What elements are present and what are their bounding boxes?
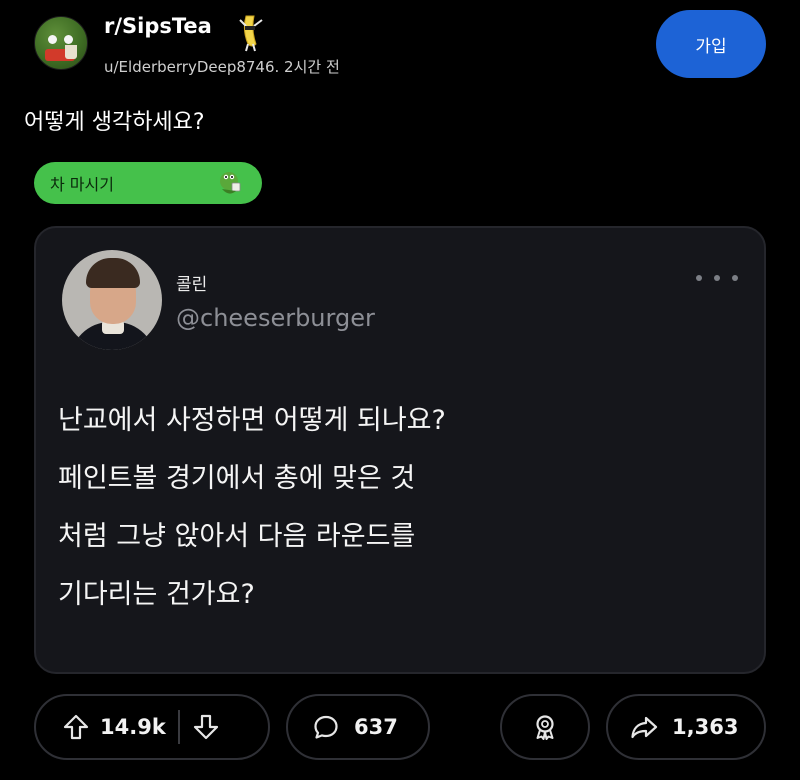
tweet-author-name: 콜린	[176, 275, 208, 295]
subreddit-name[interactable]: r/SipsTea	[104, 14, 212, 38]
tweet-line: 기다리는 건가요?	[58, 579, 255, 610]
tweet-body: 난교에서 사정하면 어떻게 되나요? 페인트볼 경기에서 총에 맞은 것 처럼 …	[58, 392, 738, 624]
tweet-author-handle: @cheeserburger	[176, 304, 375, 332]
comments-button[interactable]: 637	[286, 694, 430, 760]
share-count: 1,363	[672, 715, 739, 739]
tweet-author-avatar	[62, 250, 162, 350]
tweet-embed[interactable]: 콜린 @cheeserburger 난교에서 사정하면 어떻게 되나요? 페인트…	[34, 226, 766, 674]
vote-control: 14.9k	[34, 694, 270, 760]
flair-label: 차 마시기	[50, 175, 114, 194]
award-button[interactable]	[500, 694, 590, 760]
post-byline[interactable]: u/ElderberryDeep8746. 2시간 전	[104, 56, 340, 77]
tweet-line: 난교에서 사정하면 어떻게 되나요?	[58, 405, 446, 436]
post-action-bar: 14.9k 637 1,363	[34, 694, 766, 760]
award-icon	[536, 715, 554, 740]
more-options-icon[interactable]	[696, 266, 738, 290]
speech-bubble-icon	[314, 715, 338, 739]
tweet-line: 페인트볼 경기에서 총에 맞은 것	[58, 463, 416, 494]
subreddit-avatar[interactable]	[34, 16, 88, 70]
kermit-tea-icon	[220, 172, 241, 194]
share-arrow-icon	[631, 716, 658, 739]
join-button[interactable]: 가입	[656, 10, 766, 78]
vote-divider	[177, 710, 180, 744]
arrow-up-icon[interactable]	[62, 713, 90, 741]
upvote-count: 14.9k	[100, 715, 166, 739]
share-button[interactable]: 1,363	[606, 694, 766, 760]
post-title: 어떻게 생각하세요?	[24, 110, 205, 135]
arrow-down-icon[interactable]	[192, 713, 220, 741]
comment-count: 637	[354, 715, 398, 739]
tweet-line: 처럼 그냥 앉아서 다음 라운드를	[58, 521, 416, 552]
post-flair[interactable]: 차 마시기	[34, 162, 262, 204]
banana-mascot-icon	[239, 15, 263, 52]
